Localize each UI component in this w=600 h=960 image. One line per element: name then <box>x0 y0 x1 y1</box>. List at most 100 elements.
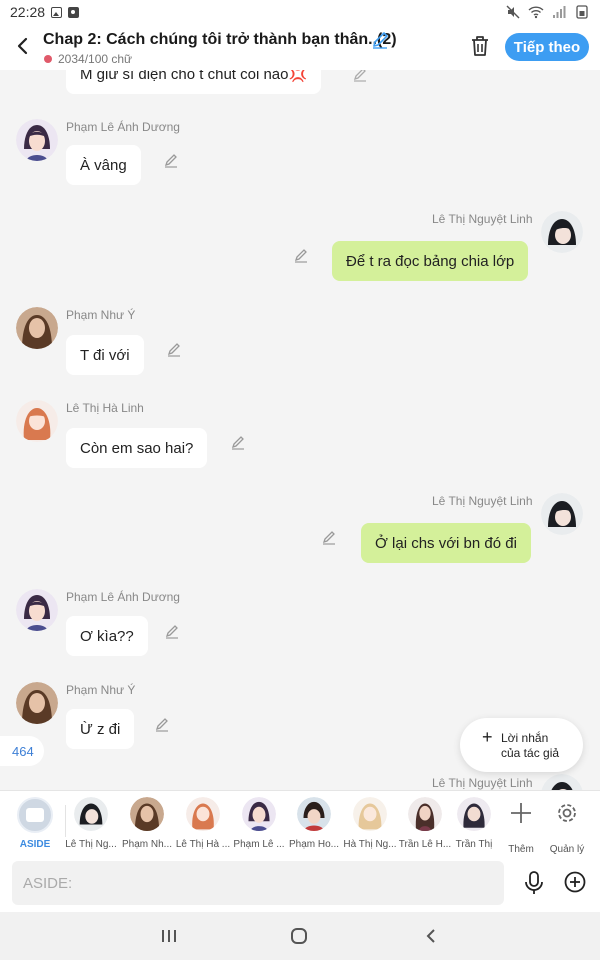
gallery-notification-icon <box>51 6 63 18</box>
back-button[interactable] <box>12 34 32 58</box>
message-count-badge[interactable]: 464 <box>0 736 44 766</box>
trash-icon <box>472 36 488 56</box>
message-bubble[interactable]: T đi với <box>66 335 144 375</box>
chapter-title[interactable]: Chap 2: Cách chúng tôi trở thành bạn thâ… <box>43 31 397 49</box>
message-bubble[interactable]: M giữ sĩ diện cho t chút coi nào💢 <box>66 70 322 94</box>
character-item[interactable]: Phạm Lê ... <box>231 797 287 850</box>
character-bar: ASIDE Lê Thị Ng... Phạm Nh... Lê Thị Hà … <box>0 790 600 855</box>
recent-apps-button[interactable] <box>157 926 181 946</box>
character-label: Phạm Ho... <box>288 839 340 850</box>
character-item[interactable]: Phạm Nh... <box>119 797 175 850</box>
edit-message-icon[interactable] <box>352 70 368 82</box>
voice-button[interactable] <box>524 871 544 900</box>
avatar-nguyet-linh[interactable] <box>541 493 583 535</box>
battery-icon <box>576 5 588 19</box>
message-input[interactable] <box>12 861 504 905</box>
status-bar: 22:28 <box>0 0 600 24</box>
message-bubble[interactable]: Ơ kìa?? <box>66 616 148 656</box>
chapter-header: Chap 2: Cách chúng tôi trở thành bạn thâ… <box>0 24 600 70</box>
message-bubble[interactable]: Ừ z đi <box>66 709 135 749</box>
recent-apps-icon <box>162 930 176 942</box>
character-avatar-icon <box>16 307 58 349</box>
edit-message-icon[interactable] <box>164 623 180 639</box>
avatar-nguyet-linh[interactable] <box>541 211 583 253</box>
gear-icon <box>558 804 576 822</box>
system-back-button[interactable] <box>419 926 443 946</box>
character-item[interactable]: Trần Lê H... <box>397 797 453 850</box>
character-avatar-icon <box>16 589 58 631</box>
edit-message-icon[interactable] <box>166 341 182 357</box>
author-note-label: Lời nhắn <box>501 731 549 745</box>
character-avatar-icon <box>186 797 220 831</box>
character-item[interactable]: Lê Thị Ng... <box>63 797 119 850</box>
character-avatar-icon <box>541 774 583 790</box>
avatar-anh-duong[interactable] <box>16 119 58 161</box>
sender-name: Lê Thị Hà Linh <box>66 401 144 415</box>
avatar-anh-duong[interactable] <box>16 589 58 631</box>
message-bubble[interactable]: Để t ra đọc bảng chia lớp <box>332 241 529 281</box>
character-avatar-icon <box>541 493 583 535</box>
home-button[interactable] <box>287 926 311 946</box>
sender-name: Phạm Như Ý <box>66 683 136 697</box>
author-note-label: của tác giả <box>501 746 560 760</box>
mute-icon <box>506 5 520 19</box>
character-label: Trần Lê H... <box>398 839 452 850</box>
chevron-left-icon <box>426 929 435 943</box>
next-chapter-button[interactable]: Tiếp theo <box>505 33 589 61</box>
delete-button[interactable] <box>470 35 490 62</box>
word-count: 2034/100 chữ <box>44 52 132 66</box>
avatar-nguyet-linh[interactable] <box>541 774 583 790</box>
edit-title-button[interactable] <box>370 30 390 55</box>
system-nav-bar <box>0 912 600 960</box>
character-aside[interactable]: ASIDE <box>7 797 63 850</box>
attach-button[interactable] <box>564 871 586 898</box>
avatar-nhu-y[interactable] <box>16 307 58 349</box>
plus-icon: + <box>482 727 493 747</box>
author-note-button[interactable]: + Lời nhắn của tác giả <box>460 718 583 772</box>
sender-name: Lê Thị Nguyệt Linh <box>432 776 533 790</box>
chat-area[interactable]: M giữ sĩ diện cho t chút coi nào💢 Phạm L… <box>0 70 600 790</box>
edit-message-icon[interactable] <box>293 247 309 263</box>
character-label: Lê Thị Hà ... <box>175 839 231 850</box>
edit-message-icon[interactable] <box>163 152 179 168</box>
microphone-icon <box>525 871 543 894</box>
character-avatar-icon <box>297 797 331 831</box>
manage-button[interactable]: Quản lý <box>539 797 595 855</box>
chevron-left-icon <box>17 37 28 55</box>
status-time: 22:28 <box>10 4 46 20</box>
plus-circle-icon <box>564 871 586 893</box>
sender-name: Lê Thị Nguyệt Linh <box>432 212 533 226</box>
sender-name: Lê Thị Nguyệt Linh <box>432 494 533 508</box>
composer <box>0 854 600 912</box>
character-avatar-icon <box>74 797 108 831</box>
edit-message-icon[interactable] <box>321 529 337 545</box>
character-avatar-icon <box>16 119 58 161</box>
edit-message-icon[interactable] <box>154 716 170 732</box>
avatar-nhu-y[interactable] <box>16 682 58 724</box>
character-avatar-icon <box>457 797 491 831</box>
sender-name: Phạm Lê Ánh Dương <box>66 590 180 604</box>
character-item[interactable]: Lê Thị Hà ... <box>175 797 231 850</box>
character-label: Phạm Lê ... <box>233 839 285 850</box>
message-bubble[interactable]: Ở lại chs với bn đó đi <box>361 523 531 563</box>
message-bubble[interactable]: À vâng <box>66 145 141 185</box>
sender-name: Phạm Lê Ánh Dương <box>66 120 180 134</box>
status-dot-icon <box>44 55 52 63</box>
wifi-icon <box>528 6 544 19</box>
signal-icon <box>553 6 566 18</box>
character-label: Phạm Nh... <box>121 839 173 850</box>
character-label: Hà Thị Ng... <box>343 839 397 850</box>
avatar-ha-linh[interactable] <box>16 400 58 442</box>
edit-message-icon[interactable] <box>230 434 246 450</box>
message-bubble[interactable]: Còn em sao hai? <box>66 428 208 468</box>
record-notification-icon <box>68 6 80 18</box>
character-avatar-icon <box>541 211 583 253</box>
plus-icon <box>511 803 531 823</box>
character-item[interactable]: Phạm Ho... <box>286 797 342 850</box>
character-item[interactable]: Hà Thị Ng... <box>342 797 398 850</box>
character-avatar-icon <box>353 797 387 831</box>
character-avatar-icon <box>408 797 442 831</box>
sender-name: Phạm Như Ý <box>66 308 136 322</box>
character-label: ASIDE <box>19 839 51 850</box>
status-icons <box>506 5 590 19</box>
